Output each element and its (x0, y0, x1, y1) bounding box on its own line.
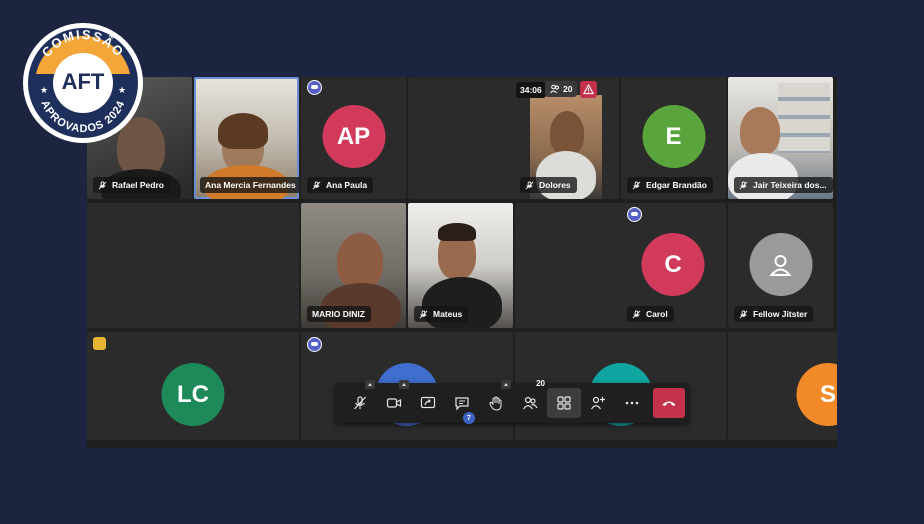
tile-mateus[interactable]: Mateus (408, 203, 513, 328)
participant-name: Rafael Pedro (112, 180, 164, 190)
leave-call-button[interactable] (653, 388, 685, 418)
chat-unread-badge: 7 (463, 412, 475, 424)
camera-toggle-button[interactable] (377, 380, 411, 418)
timer-badge: 34:06 (516, 82, 546, 98)
reactions-options-caret[interactable] (501, 380, 511, 389)
raise-hand-button[interactable] (479, 380, 513, 418)
mic-off-icon (632, 309, 641, 319)
participant-count-badge[interactable]: 20 (545, 81, 578, 97)
teams-badge-icon (627, 207, 642, 222)
avatar: LC (161, 363, 225, 426)
people-button[interactable]: 20 (513, 379, 547, 418)
people-icon (550, 84, 559, 94)
camera-options-caret[interactable] (399, 380, 409, 389)
app-badge-icon (93, 337, 106, 350)
name-tag: Mateus (414, 306, 469, 322)
mic-off-icon (739, 180, 748, 190)
mic-off-icon (525, 180, 534, 190)
end-call-icon (662, 401, 676, 406)
view-button[interactable] (547, 388, 581, 418)
participant-name: Jair Teixeira dos... (753, 180, 827, 190)
star-icon: ★ (40, 86, 48, 96)
people-icon (523, 396, 538, 410)
avatar: S (796, 363, 837, 426)
tile-ana-paula[interactable]: AP Ana Paula (301, 77, 406, 199)
mic-off-icon (98, 180, 107, 190)
participant-name: Mateus (433, 309, 463, 319)
mic-off-icon (419, 309, 428, 319)
tile-ana-mercia[interactable]: Ana Mercia Fernandes (194, 77, 299, 199)
tile-carol[interactable]: C Carol (515, 203, 726, 328)
name-tag: Jair Teixeira dos... (734, 177, 833, 193)
name-tag: Edgar Brandão (627, 177, 713, 193)
name-tag: Ana Paula (307, 177, 374, 193)
participant-name: Ana Mercia Fernandes (205, 180, 296, 190)
tile-fellow-jitster[interactable]: Fellow Jitster (728, 203, 833, 328)
chat-icon (455, 397, 469, 411)
comissao-aft-seal-logo: COMISSÃO AFT APROVADOS 2024 ★ ★ (22, 22, 144, 144)
participant-name: Ana Paula (326, 180, 368, 190)
mic-options-caret[interactable] (365, 380, 375, 389)
mic-off-icon (312, 180, 321, 190)
add-people-icon (591, 396, 605, 410)
mic-off-icon (739, 309, 748, 319)
raise-hand-icon (489, 396, 502, 411)
tile-lc[interactable]: LC (87, 332, 299, 440)
name-tag: Dolores (520, 177, 577, 193)
avatar: C (641, 233, 705, 296)
name-tag: Carol (627, 306, 674, 322)
star-icon: ★ (118, 86, 126, 96)
participant-hair (438, 223, 476, 241)
mic-off-icon (632, 180, 641, 190)
participant-name: Carol (646, 309, 668, 319)
person-avatar-icon (749, 233, 812, 296)
warning-icon[interactable] (580, 81, 597, 98)
people-count: 20 (536, 379, 545, 388)
participant-name: MARIO DINIZ (312, 309, 365, 319)
tile-s[interactable]: S (728, 332, 837, 440)
name-tag: Ana Mercia Fernandes (200, 177, 299, 193)
participant-name: Edgar Brandão (646, 180, 707, 190)
name-tag: MARIO DINIZ (307, 306, 371, 322)
participant-count: 20 (563, 84, 573, 94)
more-icon (625, 401, 639, 405)
participant-face (550, 111, 584, 155)
view-grid-icon (557, 396, 571, 410)
share-screen-icon (420, 396, 436, 409)
more-button[interactable] (615, 388, 649, 418)
participant-face (740, 107, 780, 155)
participant-name: Dolores (539, 180, 571, 190)
participant-hair (218, 113, 268, 149)
participant-name: Fellow Jitster (753, 309, 808, 319)
bookshelf (778, 83, 830, 153)
tile-jair-teixeira[interactable]: Jair Teixeira dos... (728, 77, 833, 199)
chat-button[interactable]: 7 (445, 388, 479, 424)
tile-edgar-brandao[interactable]: E Edgar Brandão (621, 77, 726, 199)
name-tag: Rafael Pedro (93, 177, 170, 193)
teams-badge-icon (307, 80, 322, 95)
avatar: AP (322, 105, 385, 168)
mic-toggle-button[interactable] (343, 380, 377, 418)
add-people-button[interactable] (581, 388, 615, 418)
participant-face (337, 233, 383, 289)
teams-badge-icon (307, 337, 322, 352)
camera-icon (386, 398, 402, 408)
name-tag: Fellow Jitster (734, 306, 814, 322)
tile-mario-diniz[interactable]: MARIO DINIZ (301, 203, 406, 328)
share-screen-button[interactable] (411, 388, 445, 418)
meeting-stage: Rafael Pedro Ana Mercia Fernandes AP Ana… (87, 77, 837, 448)
tile-empty (87, 203, 299, 328)
meeting-toolbar: 7 20 (335, 379, 689, 424)
avatar: E (642, 105, 705, 168)
mic-off-icon (354, 396, 366, 410)
seal-center-text: AFT (62, 69, 105, 94)
